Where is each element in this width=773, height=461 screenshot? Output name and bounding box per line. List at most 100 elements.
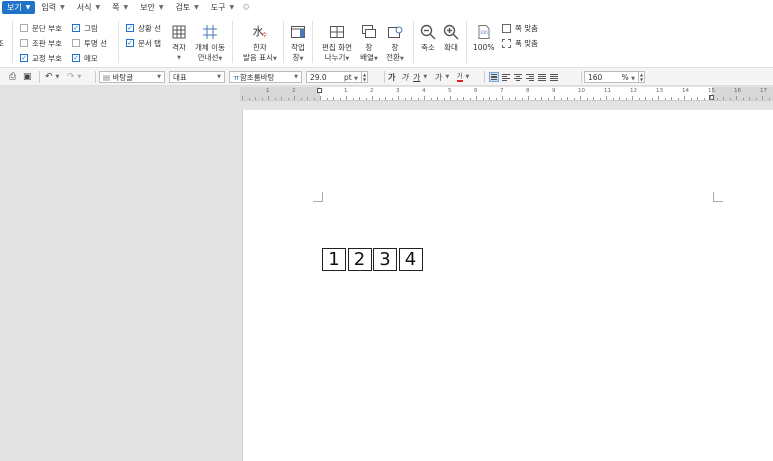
ruler-tick xyxy=(586,98,588,100)
zoom-out-icon xyxy=(419,23,437,41)
zoom-in-icon xyxy=(442,23,460,41)
enclosed-number-4[interactable]: 4 xyxy=(398,248,423,271)
chevron-down-icon: ▼ xyxy=(157,74,161,80)
font-select[interactable]: ㅠ함초롬바탕 ▼ xyxy=(229,71,302,83)
zoom-100-button[interactable]: 100 100% xyxy=(473,23,494,53)
align-distribute-icon[interactable] xyxy=(537,72,547,82)
divider xyxy=(232,21,233,63)
object-guide-button[interactable]: 개체 이동 안내선▼ xyxy=(195,23,225,64)
control-mark-checkbox[interactable]: 조판 부호 xyxy=(20,37,62,49)
window-switch-icon xyxy=(386,23,404,41)
grid-button[interactable]: 격자 ▼ xyxy=(170,23,188,63)
ruler-tick xyxy=(664,98,666,100)
divider xyxy=(413,21,414,63)
redo-icon: ↷ xyxy=(67,72,75,82)
task-pane-button[interactable]: 작업 창▼ xyxy=(289,23,307,64)
ruler-tick xyxy=(242,96,243,100)
menu-page[interactable]: 쪽 ▼ xyxy=(106,1,134,14)
ruler-tick xyxy=(320,96,321,100)
zoom-stepper[interactable]: ▲ ▼ xyxy=(639,71,645,83)
ruler-tick xyxy=(580,96,581,100)
ruler-tick xyxy=(671,97,672,100)
menu-review[interactable]: 검토 ▼ xyxy=(169,1,204,14)
zoom-out-button[interactable]: 축소 xyxy=(419,23,437,53)
enclosed-number-1[interactable]: 1 xyxy=(322,248,346,271)
ruler-left-margin xyxy=(240,87,320,100)
ruler-tick xyxy=(378,98,380,100)
ruler-tick xyxy=(625,98,627,100)
align-center-icon[interactable] xyxy=(513,72,523,82)
ruler-tick xyxy=(346,96,347,100)
proofread-mark-checkbox[interactable]: ✓ 교정 부호 xyxy=(20,52,62,64)
ruler-tick xyxy=(463,97,464,100)
menu-insert[interactable]: 입력 ▼ xyxy=(35,1,70,14)
enclosed-number-2[interactable]: 2 xyxy=(347,248,372,271)
ruler-number: 13 xyxy=(656,88,663,94)
ruler-tick xyxy=(638,98,640,100)
ruler-number: 14 xyxy=(682,88,689,94)
bold-button[interactable]: 가 xyxy=(385,71,398,83)
status-line-checkbox[interactable]: ✓ 상황 선 xyxy=(126,22,161,34)
memo-checkbox[interactable]: ✓ 메모 xyxy=(72,52,98,64)
ruler-tick xyxy=(651,98,653,100)
chevron-down-icon: ▼ xyxy=(631,75,635,82)
ruler-tick xyxy=(599,98,601,100)
ribbon-cut-button[interactable]: 조 xyxy=(0,39,4,49)
divider xyxy=(12,21,13,63)
underline-button[interactable]: 가 ▼ xyxy=(410,71,427,83)
ruler-tick xyxy=(710,96,711,100)
paragraph-mark-checkbox[interactable]: 문단 부호 xyxy=(20,22,62,34)
ruler-number: 1 xyxy=(266,88,270,94)
ruler-number: 8 xyxy=(526,88,530,94)
ruler-number: 3 xyxy=(396,88,400,94)
ruler-tick xyxy=(645,97,646,100)
chevron-down-icon: ▼ xyxy=(123,4,129,11)
font-size-stepper[interactable]: ▲ ▼ xyxy=(362,71,368,83)
ruler-tick xyxy=(261,98,263,100)
align-split-icon[interactable] xyxy=(549,72,559,82)
preview-button[interactable]: ▣ xyxy=(20,71,35,83)
horizontal-ruler[interactable]: 1 2 1 2 3 4 5 6 7 8 9 10 11 12 13 14 15 16 17 xyxy=(240,87,773,101)
window-switch-button[interactable]: 창 전환▼ xyxy=(386,23,404,64)
extension-icon[interactable]: ⚙ xyxy=(242,3,250,13)
ruler-number: 5 xyxy=(448,88,452,94)
fit-page-button[interactable]: 쪽 맞춤 xyxy=(502,23,538,34)
transparent-line-checkbox[interactable]: 투명 선 xyxy=(72,37,107,49)
print-button[interactable]: ⎙ xyxy=(6,71,19,83)
menu-tools[interactable]: 도구 ▼ xyxy=(205,1,240,14)
hanja-pronunciation-button[interactable]: 水수 한자 발음 표시▼ xyxy=(243,23,277,64)
ruler-tick xyxy=(690,98,692,100)
chevron-down-icon: ▼ xyxy=(294,74,298,80)
strikethrough-button[interactable]: 가 ▼ xyxy=(432,71,449,83)
ruler-tick xyxy=(313,98,315,100)
redo-button[interactable]: ↷ ▼ xyxy=(64,71,81,83)
picture-checkbox[interactable]: ✓ 그림 xyxy=(72,22,98,34)
enclosed-number-3[interactable]: 3 xyxy=(373,248,397,271)
undo-button[interactable]: ↶ ▼ xyxy=(42,71,59,83)
menu-format[interactable]: 서식 ▼ xyxy=(71,1,106,14)
ruler-number: 11 xyxy=(604,88,611,94)
window-arrange-button[interactable]: 창 배열▼ xyxy=(360,23,378,64)
fit-width-button[interactable]: 폭 맞춤 xyxy=(502,38,538,49)
style-select[interactable]: ▤ 바탕글 ▼ xyxy=(99,71,165,83)
font-size-field[interactable]: 29.0 pt ▼ ▲ ▼ xyxy=(306,71,368,83)
ruler-gap xyxy=(240,101,773,110)
split-screen-button[interactable]: 편집 화면 나누기▼ xyxy=(322,23,352,64)
menu-view[interactable]: 보기 ▼ xyxy=(2,1,36,14)
menu-security[interactable]: 보안 ▼ xyxy=(134,1,169,14)
ruler-tick xyxy=(476,96,477,100)
document-tab-checkbox[interactable]: ✓ 문서 탭 xyxy=(126,37,161,49)
align-left-icon[interactable] xyxy=(501,72,511,82)
font-color-button[interactable]: 가 ▼ xyxy=(454,71,469,83)
zoom-field[interactable]: 160% ▼ ▲ ▼ xyxy=(584,71,645,83)
strikethrough-icon: 가 xyxy=(435,72,443,82)
align-justify-icon[interactable] xyxy=(489,72,499,82)
left-indent-handle[interactable] xyxy=(317,88,322,93)
zoom-in-button[interactable]: 확대 xyxy=(442,23,460,53)
ruler-number: 9 xyxy=(552,88,556,94)
language-select[interactable]: 대표 ▼ xyxy=(169,71,225,83)
ruler-tick xyxy=(554,96,555,100)
align-right-icon[interactable] xyxy=(525,72,535,82)
ruler-number: 12 xyxy=(630,88,637,94)
document-page[interactable] xyxy=(242,110,773,461)
